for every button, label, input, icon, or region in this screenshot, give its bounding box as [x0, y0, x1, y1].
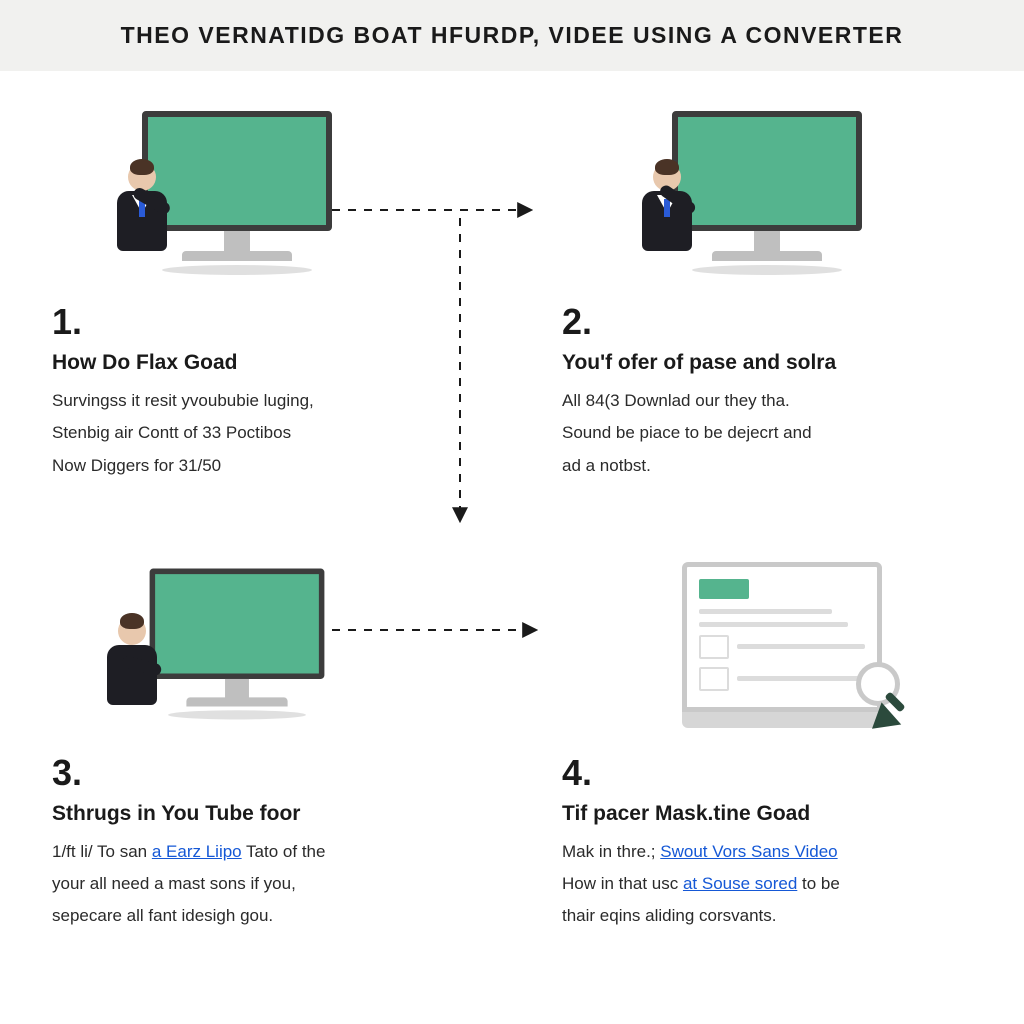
page-title: THEO VERNATIDG BOAT HFURDP, VIDEE USING …	[0, 22, 1024, 49]
step-3-line3: sepecare all fant idesigh gou.	[52, 900, 462, 932]
wireframe-computer-icon	[682, 562, 882, 728]
step-3-number: 3.	[52, 752, 462, 794]
step-4-body: Mak in thre.; Swout Vors Sans Video How …	[562, 836, 972, 933]
magnifier-icon	[856, 662, 900, 706]
title-bar: THEO VERNATIDG BOAT HFURDP, VIDEE USING …	[0, 0, 1024, 71]
step-1-line2: Stenbig air Contt of 33 Poctibos	[52, 417, 462, 449]
step-3-link[interactable]: a Earz Liipo	[152, 842, 242, 861]
step-1-body: Survingss it resit yvoububie luging, Ste…	[52, 385, 462, 482]
step-3-heading: Sthrugs in You Tube foor	[52, 802, 462, 826]
step-1-line3: Now Diggers for 31/50	[52, 450, 462, 482]
step-1-illustration	[52, 111, 462, 291]
step-2-heading: You'f ofer of pase and solra	[562, 351, 972, 375]
step-3-illustration	[52, 562, 462, 742]
step-3: 3. Sthrugs in You Tube foor 1/ft li/ To …	[52, 562, 462, 933]
step-1: 1. How Do Flax Goad Survingss it resit y…	[52, 111, 462, 482]
step-3-line1: 1/ft li/ To san a Earz Liipo Tato of the	[52, 836, 462, 868]
person-icon	[107, 163, 177, 251]
monitor-icon	[150, 568, 325, 719]
person-icon	[632, 163, 702, 251]
step-4: 4. Tif pacer Mask.tine Goad Mak in thre.…	[562, 562, 972, 933]
step-4-line2: How in that usc at Souse sored to be	[562, 868, 972, 900]
step-2-number: 2.	[562, 301, 972, 343]
person-icon	[97, 617, 167, 705]
step-4-illustration	[562, 562, 972, 742]
step-1-heading: How Do Flax Goad	[52, 351, 462, 375]
step-4-number: 4.	[562, 752, 972, 794]
step-2-line3: ad a notbst.	[562, 450, 972, 482]
step-2-body: All 84(3 Downlad our they tha. Sound be …	[562, 385, 972, 482]
step-4-line1: Mak in thre.; Swout Vors Sans Video	[562, 836, 972, 868]
step-2-line2: Sound be piace to be dejecrt and	[562, 417, 972, 449]
step-1-line1: Survingss it resit yvoububie luging,	[52, 385, 462, 417]
step-1-number: 1.	[52, 301, 462, 343]
step-4-link-1[interactable]: Swout Vors Sans Video	[660, 842, 837, 861]
step-4-link-2[interactable]: at Souse sored	[683, 874, 797, 893]
step-3-body: 1/ft li/ To san a Earz Liipo Tato of the…	[52, 836, 462, 933]
step-4-heading: Tif pacer Mask.tine Goad	[562, 802, 972, 826]
step-2: 2. You'f ofer of pase and solra All 84(3…	[562, 111, 972, 482]
step-2-illustration	[562, 111, 972, 291]
step-3-line2: your all need a mast sons if you,	[52, 868, 462, 900]
step-2-line1: All 84(3 Downlad our they tha.	[562, 385, 972, 417]
step-4-line3: thair eqins aliding corsvants.	[562, 900, 972, 932]
